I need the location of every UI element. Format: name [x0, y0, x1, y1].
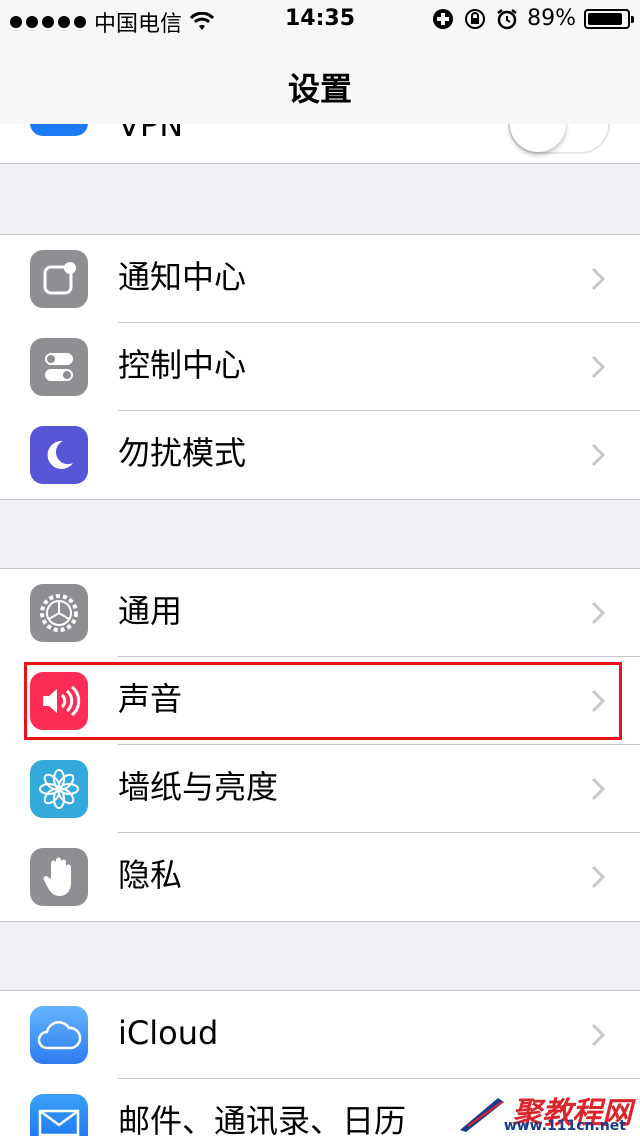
watermark-logo: 聚教程网 www.111cn.net [458, 1088, 632, 1134]
navigation-bar: 设置 [0, 40, 640, 128]
status-right: 89% [431, 6, 634, 31]
chevron-right-icon [591, 777, 606, 801]
alarm-icon [495, 7, 519, 31]
vpn-label: VPN [118, 124, 184, 144]
chevron-right-icon [591, 865, 606, 889]
chevron-right-icon [591, 601, 606, 625]
vpn-icon [30, 124, 88, 136]
row-label: 控制中心 [118, 346, 247, 384]
highlight-box [24, 662, 622, 740]
control-center-icon [30, 338, 88, 396]
watermark-url: www.111cn.net [503, 1118, 626, 1134]
moon-icon [30, 426, 88, 484]
battery-fill [588, 12, 622, 25]
chevron-right-icon [591, 355, 606, 379]
battery-percent: 89% [527, 6, 576, 31]
row-privacy[interactable]: 隐私 [0, 833, 640, 921]
chevron-right-icon [591, 443, 606, 467]
row-wallpaper-brightness[interactable]: 墙纸与亮度 [0, 745, 640, 833]
hand-icon [30, 848, 88, 906]
battery-icon [584, 8, 634, 29]
gear-icon [30, 584, 88, 642]
row-label: 隐私 [118, 856, 183, 894]
cloud-icon [30, 1006, 88, 1064]
row-label: 通用 [118, 592, 183, 630]
mail-icon [30, 1094, 88, 1136]
row-icloud[interactable]: iCloud [0, 991, 640, 1079]
row-label: 勿扰模式 [118, 434, 247, 472]
vpn-toggle[interactable] [508, 124, 610, 154]
row-general[interactable]: 通用 [0, 569, 640, 657]
row-label: iCloud [118, 1014, 219, 1052]
toggle-knob [510, 124, 566, 152]
vpn-group: VPN [0, 124, 640, 164]
plus-icon [431, 7, 455, 31]
row-label: 墙纸与亮度 [118, 768, 279, 806]
row-label: 邮件、通讯录、日历 [118, 1102, 407, 1136]
page-title: 设置 [287, 70, 352, 108]
rotation-lock-icon [463, 7, 487, 31]
chevron-right-icon [591, 267, 606, 291]
row-control-center[interactable]: 控制中心 [0, 323, 640, 411]
settings-group-notifications: 通知中心 控制中心 勿扰模式 [0, 234, 640, 500]
row-do-not-disturb[interactable]: 勿扰模式 [0, 411, 640, 499]
status-bar: 中国电信 14:35 89% [0, 0, 640, 40]
watermark-pen-icon [460, 1098, 504, 1132]
notification-center-icon [30, 250, 88, 308]
settings-group-general: 通用 声音 墙纸与亮度 隐私 [0, 568, 640, 922]
chevron-right-icon [591, 1023, 606, 1047]
row-label: 通知中心 [118, 258, 247, 296]
flower-icon [30, 760, 88, 818]
row-notification-center[interactable]: 通知中心 [0, 235, 640, 323]
